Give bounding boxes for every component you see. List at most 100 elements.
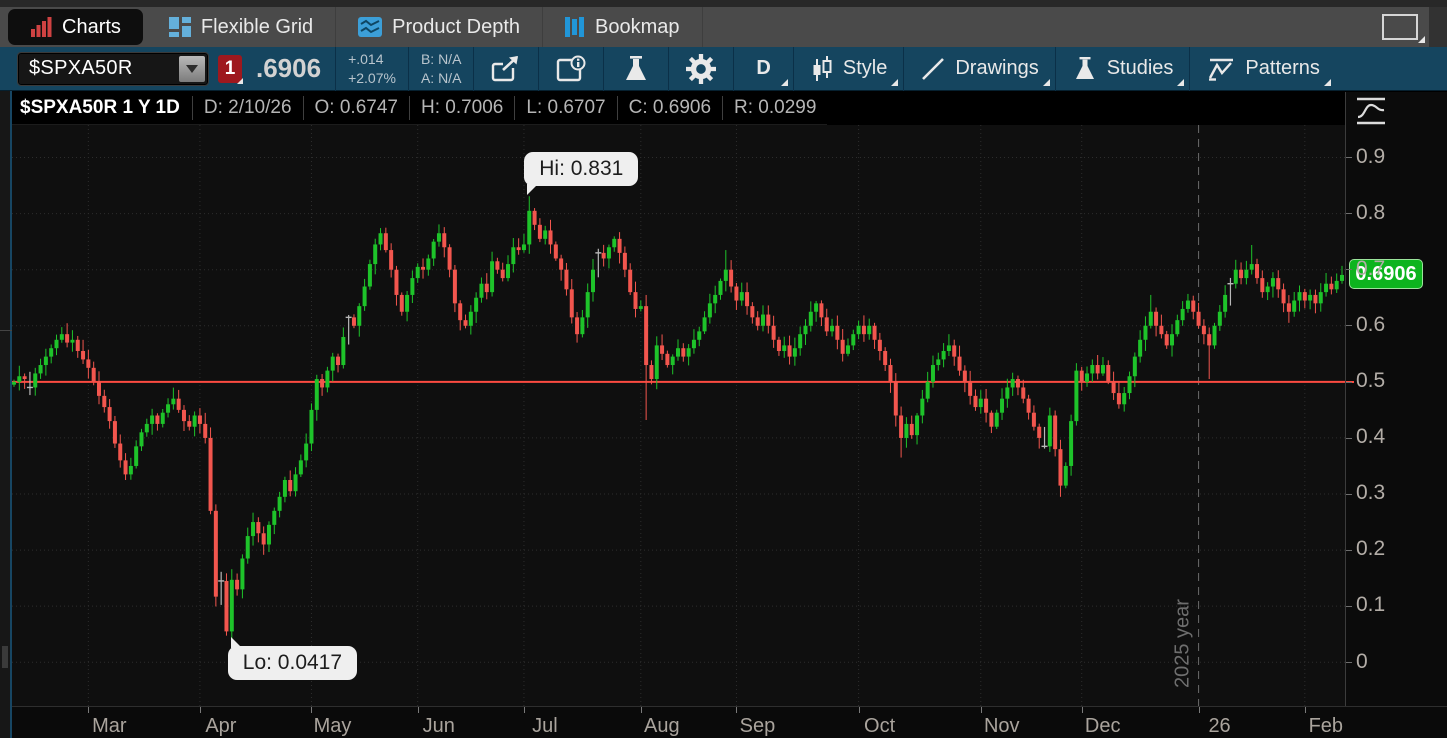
price-axis[interactable]: 0.6906 00.10.20.30.40.50.60.70.80.9 xyxy=(1345,92,1447,706)
grid-lines xyxy=(12,125,1345,706)
dropdown-corner-icon xyxy=(1177,79,1184,86)
tab-bookmap[interactable]: Bookmap xyxy=(543,7,703,47)
columns-icon xyxy=(565,17,585,37)
chart-header: $SPXA50R 1 Y 1D D: 2/10/26 O: 0.6747 H: … xyxy=(12,92,827,125)
bar-chart-icon xyxy=(30,17,52,37)
dropdown-corner-icon xyxy=(1418,36,1425,43)
month-label: Jul xyxy=(532,715,558,738)
ohlc-low: L: 0.6707 xyxy=(514,96,616,120)
chart-svg: 2025 year xyxy=(12,125,1345,706)
month-label: 26 xyxy=(1208,715,1230,738)
axis-tick xyxy=(1346,438,1352,439)
axis-tick xyxy=(1346,157,1352,158)
alert-count-badge[interactable]: 1 xyxy=(218,55,242,83)
price-axis-label: 0 xyxy=(1356,650,1368,674)
price-axis-label: 0.3 xyxy=(1356,481,1385,505)
grid-icon xyxy=(169,17,191,37)
timeframe-menu[interactable]: D xyxy=(734,47,792,91)
chart-toolbar: $SPXA50R 1 .6906 +.014 +2.07% B: N/A A: … xyxy=(0,47,1447,91)
axis-tick xyxy=(1346,550,1352,551)
tab-product-depth[interactable]: Product Depth xyxy=(336,7,543,47)
ask-value: A: N/A xyxy=(421,69,461,87)
axis-tick xyxy=(1199,707,1200,713)
axis-tick xyxy=(311,707,312,713)
ohlc-close: C: 0.6906 xyxy=(617,96,722,120)
axis-tick xyxy=(1346,382,1352,383)
year-label: 2025 year xyxy=(1172,599,1194,688)
gear-icon xyxy=(686,54,716,84)
time-axis[interactable]: MarAprMayJunJulAugSepOctNovDec26Feb xyxy=(12,706,1447,738)
month-label: Apr xyxy=(205,715,236,738)
flask-icon xyxy=(621,54,651,84)
ohlc-date: D: 2/10/26 xyxy=(192,96,303,120)
panel-grip[interactable] xyxy=(2,646,8,668)
tab-label: Charts xyxy=(62,16,121,39)
low-annotation: Lo: 0.0417 xyxy=(228,646,357,680)
chevron-down-icon xyxy=(186,65,198,73)
tab-flexible-grid[interactable]: Flexible Grid xyxy=(147,7,336,47)
trendline-icon xyxy=(920,56,946,82)
candlestick-chart-canvas[interactable]: 2025 year xyxy=(12,125,1345,706)
axis-tick xyxy=(1305,707,1306,713)
annotation-pointer xyxy=(231,637,242,648)
tab-label: Product Depth xyxy=(392,16,520,39)
auto-scale-icon[interactable] xyxy=(1354,96,1388,126)
price-axis-label: 0.8 xyxy=(1356,201,1385,225)
share-icon xyxy=(489,54,523,84)
symbol-input[interactable]: $SPXA50R xyxy=(18,53,208,85)
tabbar-spacer xyxy=(703,7,1371,47)
change-percent: +2.07% xyxy=(348,69,396,87)
month-label: Oct xyxy=(864,715,895,738)
style-menu[interactable]: Style xyxy=(794,47,903,91)
price-axis-label: 0.1 xyxy=(1356,593,1385,617)
news-button[interactable] xyxy=(539,47,603,91)
month-label: Feb xyxy=(1309,715,1343,738)
dropdown-corner-icon xyxy=(1043,79,1050,86)
month-label: May xyxy=(314,715,352,738)
panel-divider xyxy=(0,330,12,331)
axis-tick xyxy=(1346,662,1352,663)
drawings-menu[interactable]: Drawings xyxy=(904,47,1054,91)
tab-label: Flexible Grid xyxy=(201,16,313,39)
dropdown-corner-icon xyxy=(1324,79,1331,86)
left-panel-edge[interactable] xyxy=(0,91,12,738)
symbol-dropdown-button[interactable] xyxy=(179,56,205,82)
tab-row: Charts Flexible Grid Product Depth xyxy=(0,7,1447,47)
annotation-pointer xyxy=(527,184,538,195)
high-annotation-text: Hi: 0.831 xyxy=(539,157,623,180)
price-axis-label: 0.2 xyxy=(1356,537,1385,561)
axis-tick xyxy=(1082,707,1083,713)
ohlc-open: O: 0.6747 xyxy=(303,96,409,120)
axis-tick xyxy=(418,707,419,713)
settings-button[interactable] xyxy=(669,47,733,91)
style-label: Style xyxy=(843,57,887,80)
analyze-button[interactable] xyxy=(604,47,668,91)
month-label: Dec xyxy=(1085,715,1121,738)
axis-tick xyxy=(1346,606,1352,607)
axis-tick xyxy=(1346,494,1352,495)
maximize-icon xyxy=(1382,14,1418,40)
month-label: Nov xyxy=(984,715,1020,738)
share-button[interactable] xyxy=(474,47,538,91)
alert-count: 1 xyxy=(225,58,236,80)
dropdown-corner-icon xyxy=(781,79,788,86)
patterns-menu[interactable]: Patterns xyxy=(1190,47,1335,91)
tab-bar: Charts Flexible Grid Product Depth xyxy=(0,0,1447,47)
tab-charts[interactable]: Charts xyxy=(8,9,143,45)
studies-menu[interactable]: Studies xyxy=(1056,47,1190,91)
axis-tick xyxy=(524,707,525,713)
timeframe-value: D xyxy=(756,57,770,80)
axis-tick xyxy=(1346,325,1352,326)
axis-tick xyxy=(200,707,201,713)
tabbar-endcap xyxy=(1429,7,1447,47)
dropdown-corner-icon xyxy=(237,78,243,84)
axis-tick xyxy=(736,707,737,713)
price-axis-label: 0.6 xyxy=(1356,313,1385,337)
price-axis-label: 0.5 xyxy=(1356,369,1385,393)
patterns-label: Patterns xyxy=(1245,57,1319,80)
change-value: +.014 xyxy=(348,50,396,68)
price-axis-label: 0.9 xyxy=(1356,145,1385,169)
flask-icon xyxy=(1072,55,1098,83)
month-label: Jun xyxy=(423,715,455,738)
maximize-button[interactable] xyxy=(1371,7,1429,47)
